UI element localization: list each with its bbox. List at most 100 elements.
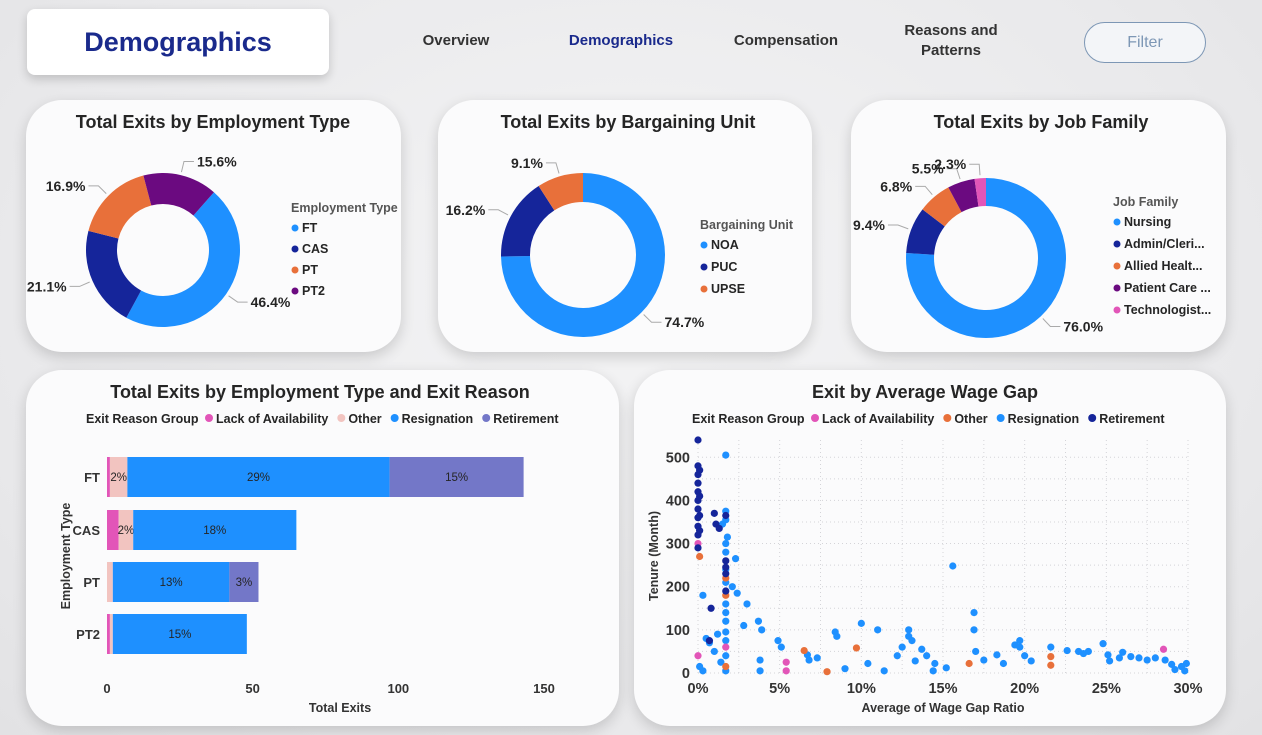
scatter-point-resignation — [1143, 656, 1151, 664]
scatter-point-resignation — [1021, 652, 1029, 660]
filter-button[interactable]: Filter — [1084, 22, 1206, 63]
nav-demographics[interactable]: Demographics — [560, 31, 682, 51]
scatter-point-resignation — [970, 608, 978, 617]
legend-marker — [1113, 240, 1121, 248]
donut-slice-ft — [126, 192, 241, 328]
job-family-card: Total Exits by Job Family 76.0% 9.4% 6.8% 5.… — [851, 100, 1226, 352]
scatter-point-resignation — [756, 656, 764, 664]
scatter-point-resignation — [805, 656, 813, 664]
legend-title: Bargaining Unit — [700, 218, 794, 232]
data-label: 16.9% — [46, 178, 86, 194]
bargaining-unit-donut-chart: Total Exits by Bargaining Unit 74.7% 16.2%… — [446, 112, 794, 337]
scatter-point-resignation — [722, 539, 730, 548]
x-tick-label: 20% — [1010, 681, 1039, 697]
y-tick-label: 300 — [666, 537, 690, 553]
nav-overview[interactable]: Overview — [410, 31, 502, 51]
data-label: 21.1% — [27, 278, 67, 294]
bar-label: 3% — [236, 577, 253, 589]
legend-marker — [1113, 218, 1121, 226]
legend-item-allied-healt: Allied Healt... — [1124, 259, 1203, 273]
x-tick-label: 0 — [103, 681, 110, 696]
scatter-point-resignation — [1135, 654, 1143, 662]
scatter-point-resignation — [723, 533, 731, 541]
x-tick-label: 30% — [1173, 681, 1202, 697]
scatter-point-resignation — [908, 637, 916, 645]
scatter-chart: Exit by Average Wage Gap Exit Reason Grou… — [647, 382, 1203, 715]
scatter-point-lack-of-availability — [1159, 645, 1168, 653]
data-label: 6.8% — [880, 178, 912, 194]
y-axis-title: Tenure (Month) — [647, 511, 661, 601]
legend-marker — [1113, 306, 1121, 314]
leader-line — [180, 160, 194, 173]
y-axis-title: Employment Type — [59, 503, 73, 610]
scatter-point-resignation — [1027, 657, 1035, 665]
leader-line — [887, 224, 909, 230]
nav-compensation[interactable]: Compensation — [726, 31, 846, 51]
legend-marker — [291, 224, 299, 232]
scatter-point-resignation — [980, 656, 988, 664]
legend-marker — [1113, 284, 1121, 292]
category-label-ft: FT — [84, 470, 100, 485]
bar-label: 2% — [110, 472, 127, 484]
scatter-point-resignation — [841, 665, 849, 673]
scatter-point-lack-of-availability — [694, 652, 702, 660]
donut-slice-cas — [86, 230, 142, 318]
scatter-point-resignation — [777, 643, 785, 651]
x-tick-label: 25% — [1092, 681, 1121, 697]
legend-title: Employment Type — [291, 201, 398, 215]
bar-label: 18% — [203, 525, 226, 537]
legend-marker — [943, 414, 952, 422]
legend-item-retirement: Retirement — [1099, 412, 1165, 426]
legend-marker — [1113, 262, 1121, 270]
leader-line — [545, 162, 560, 174]
scatter-point-resignation — [1151, 654, 1159, 662]
scatter-point-resignation — [942, 664, 950, 672]
scatter-point-resignation — [1106, 657, 1114, 665]
leader-line — [88, 185, 107, 194]
legend-item-lack-of-availability: Lack of Availability — [822, 412, 934, 426]
legend-item-patient-care: Patient Care ... — [1124, 281, 1211, 295]
scatter-point-retirement — [722, 570, 730, 578]
data-label: 74.7% — [665, 314, 705, 330]
scatter-point-resignation — [864, 659, 872, 668]
legend-item-admin-cleri: Admin/Cleri... — [1124, 237, 1205, 251]
chart-title: Total Exits by Bargaining Unit — [501, 112, 756, 132]
legend-item-ft: FT — [302, 221, 318, 235]
scatter-point-resignation — [722, 600, 730, 608]
leader-line — [969, 163, 981, 176]
page-title: Demographics — [27, 9, 329, 75]
employment-type-card: Total Exits by Employment Type 46.4% 21.1%… — [26, 100, 401, 352]
y-tick-label: 500 — [666, 450, 690, 466]
scatter-point-resignation — [833, 632, 841, 640]
leader-line — [915, 185, 933, 196]
scatter-point-retirement — [722, 587, 730, 595]
legend-marker — [1088, 414, 1097, 422]
scatter-point-retirement — [696, 466, 704, 474]
scatter-point-resignation — [1084, 647, 1092, 656]
scatter-point-resignation — [1181, 667, 1189, 675]
scatter-point-resignation — [893, 652, 901, 660]
scatter-point-resignation — [722, 617, 730, 625]
scatter-point-other — [965, 659, 973, 668]
scatter-point-resignation — [1119, 648, 1127, 656]
scatter-point-retirement — [694, 479, 702, 487]
employment-type-donut-chart: Total Exits by Employment Type 46.4% 21.1%… — [27, 112, 398, 328]
legend-item-nursing: Nursing — [1124, 215, 1171, 229]
scatter-point-resignation — [1127, 653, 1135, 661]
scatter-point-resignation — [728, 583, 736, 591]
chart-title: Total Exits by Employment Type — [76, 112, 350, 132]
nav-reasons-and-patterns[interactable]: Reasons and Patterns — [893, 21, 1009, 61]
scatter-point-resignation — [710, 647, 718, 656]
legend-item-cas: CAS — [302, 242, 328, 256]
scatter-point-resignation — [733, 589, 741, 597]
legend-title: Exit Reason Group — [86, 412, 199, 426]
scatter-point-resignation — [972, 647, 980, 656]
bar-segment-pt2-lack-of-availability — [107, 614, 110, 654]
legend-item-other: Other — [348, 412, 381, 426]
scatter-point-lack-of-availability — [722, 643, 730, 651]
scatter-point-resignation — [699, 667, 707, 675]
scatter-point-resignation — [722, 451, 730, 459]
scatter-point-resignation — [731, 555, 740, 563]
scatter-point-other — [823, 668, 831, 676]
bar-label: 15% — [168, 629, 191, 641]
